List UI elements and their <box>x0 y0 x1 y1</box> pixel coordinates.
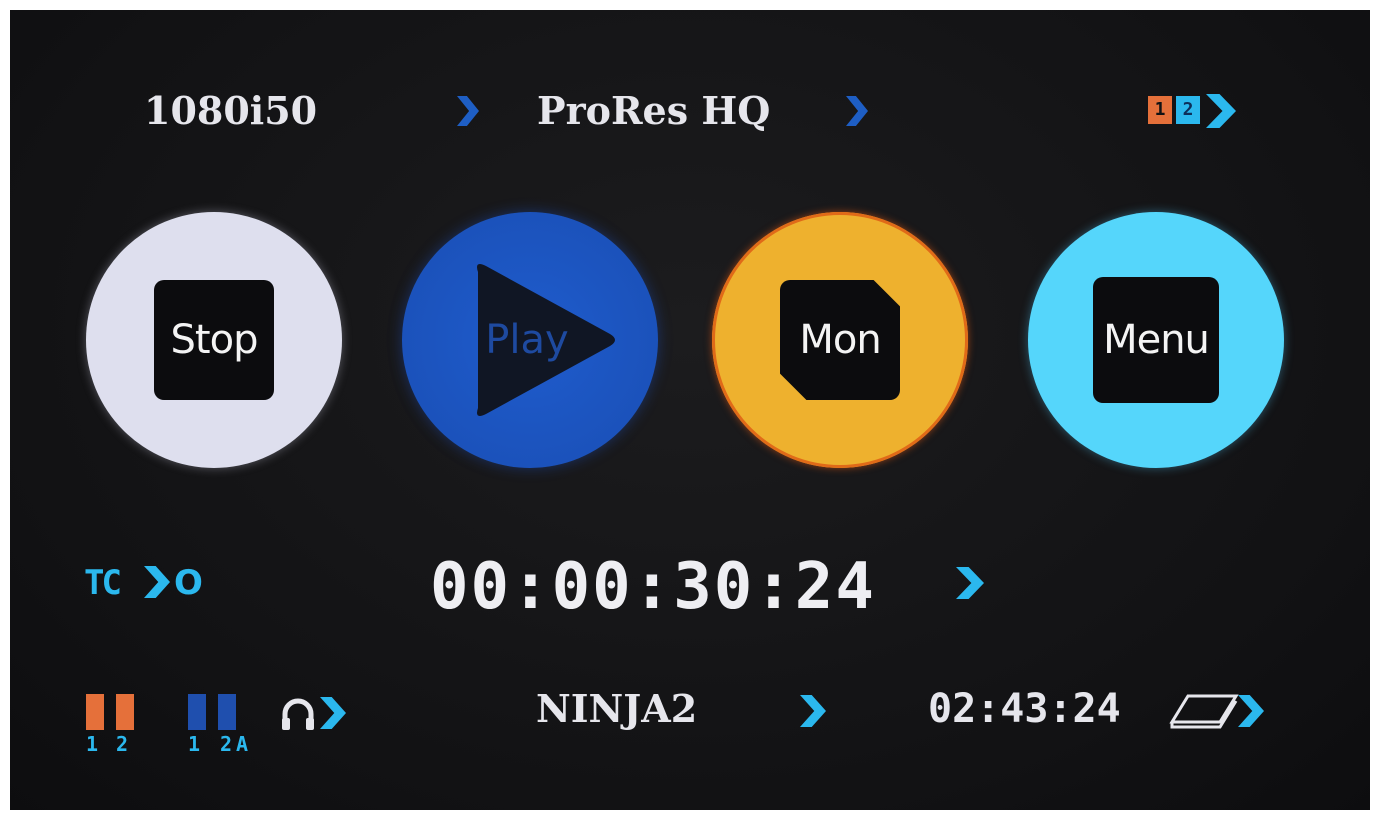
codec-label[interactable]: ProRes HQ <box>537 88 770 133</box>
source-2-badge[interactable]: 2 <box>1176 96 1200 124</box>
menu-button[interactable]: Menu <box>1028 212 1284 468</box>
monitor-button[interactable]: Mon <box>712 212 968 468</box>
source-2-label: 2 <box>1182 99 1194 120</box>
stop-button-label: Stop <box>154 280 274 400</box>
audio-output-2a-label: 2A <box>220 732 253 756</box>
timecode-source-value: O <box>174 563 203 603</box>
video-format[interactable]: 1080i50 <box>144 88 317 133</box>
source-1-badge[interactable]: 1 <box>1148 96 1172 124</box>
audio-input-2-meter <box>116 694 134 730</box>
chevron-right-icon <box>144 566 170 598</box>
chevron-right-icon <box>320 697 346 729</box>
disk-icon[interactable] <box>1168 690 1240 730</box>
chevron-right-icon[interactable] <box>846 96 868 126</box>
chevron-right-icon[interactable] <box>1206 94 1236 128</box>
source-1-label: 1 <box>1154 99 1166 120</box>
chevron-right-icon[interactable] <box>800 695 826 727</box>
audio-output-1-label: 1 <box>188 732 201 756</box>
stop-button[interactable]: Stop <box>86 212 342 468</box>
recorder-screen: 1080i50 ProRes HQ 1 2 Stop Play Mon Menu… <box>10 10 1370 810</box>
timecode-source-label: TC <box>84 563 122 603</box>
monitor-button-label: Mon <box>780 280 900 400</box>
audio-output-meters[interactable]: 1 2A <box>186 694 286 764</box>
menu-button-label: Menu <box>1093 277 1219 403</box>
audio-input-2-label: 2 <box>116 732 129 756</box>
timecode-display[interactable]: 00:00:30:24 <box>430 550 876 624</box>
device-name[interactable]: NINJA2 <box>536 686 697 731</box>
headphones-control[interactable] <box>280 694 360 734</box>
audio-input-1-label: 1 <box>86 732 99 756</box>
play-button[interactable]: Play <box>402 212 658 468</box>
audio-output-2-meter <box>218 694 236 730</box>
audio-input-1-meter <box>86 694 104 730</box>
headphones-icon <box>282 698 314 730</box>
chevron-right-icon[interactable] <box>457 96 479 126</box>
play-button-label: Play <box>485 317 569 363</box>
chevron-right-icon[interactable] <box>956 567 984 599</box>
chevron-right-icon[interactable] <box>1238 695 1264 727</box>
audio-input-meters[interactable]: 1 2 <box>86 694 146 764</box>
audio-output-1-meter <box>188 694 206 730</box>
remaining-time[interactable]: 02:43:24 <box>928 686 1121 732</box>
